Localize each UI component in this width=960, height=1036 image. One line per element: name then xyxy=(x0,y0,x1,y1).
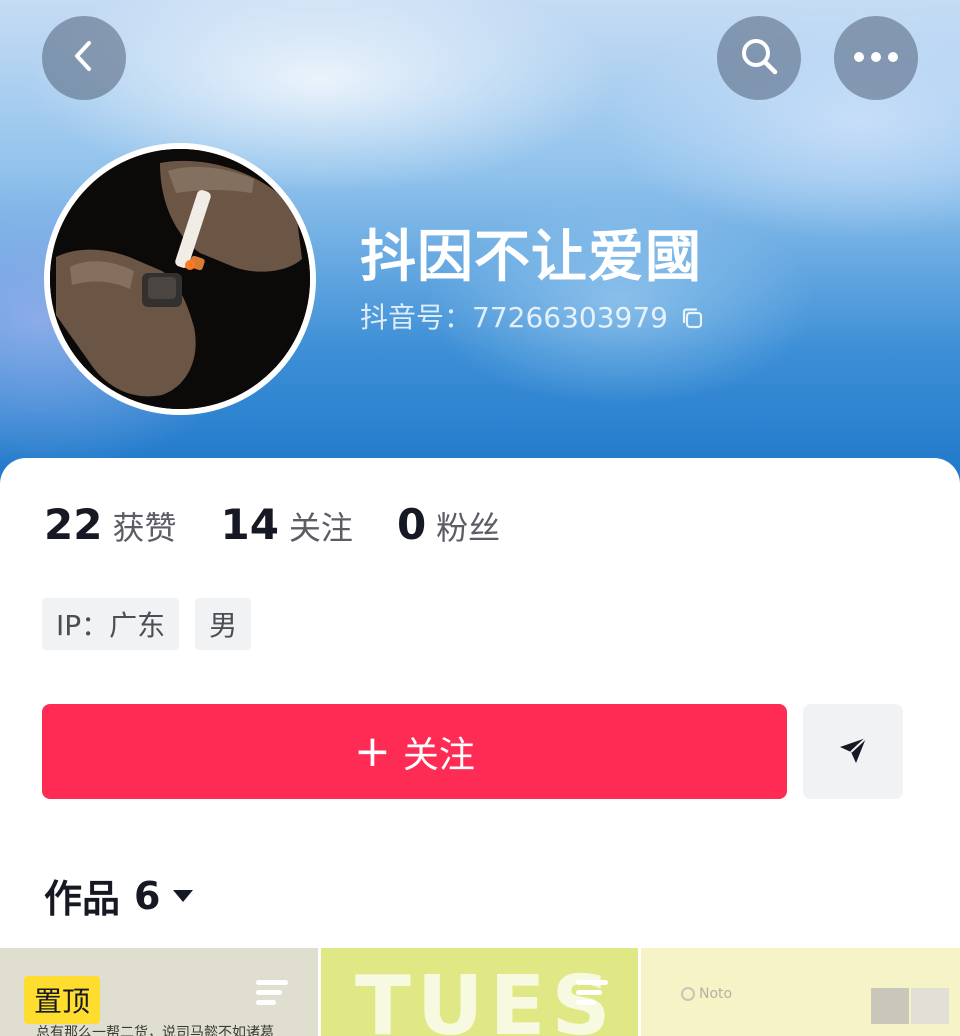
stat-label: 获赞 xyxy=(112,509,177,547)
more-button[interactable] xyxy=(834,16,918,100)
watermark-block xyxy=(911,988,949,1024)
chevron-left-icon xyxy=(67,39,101,77)
search-icon xyxy=(737,34,781,82)
share-button[interactable] xyxy=(803,704,903,799)
list-icon xyxy=(574,978,610,1012)
caret-down-icon xyxy=(172,888,194,904)
video-thumbnail-2[interactable]: TUES xyxy=(321,948,638,1036)
stat-value: 0 xyxy=(396,500,427,549)
stat-value: 14 xyxy=(220,500,279,549)
stat-following[interactable]: 14 关注 xyxy=(220,500,352,549)
plus-icon: + xyxy=(354,725,391,777)
follow-button[interactable]: + 关注 xyxy=(42,704,787,799)
ring-icon xyxy=(681,987,695,1001)
back-button[interactable] xyxy=(42,16,126,100)
stat-label: 粉丝 xyxy=(436,509,501,547)
thumbnail-caption: 总有那么一帮二货，说司马懿不如诸葛 xyxy=(36,1025,274,1036)
search-button[interactable] xyxy=(717,16,801,100)
douyin-id: 抖音号：77266303979 xyxy=(360,298,704,338)
more-dots-icon xyxy=(852,49,900,68)
video-thumbnail-1[interactable]: 置顶 总有那么一帮二货，说司马懿不如诸葛 xyxy=(0,948,318,1036)
avatar[interactable] xyxy=(44,143,316,415)
watermark-block xyxy=(871,988,909,1024)
list-icon xyxy=(254,978,290,1012)
profile-tags: IP：广东 男 xyxy=(42,598,267,650)
works-label: 作品 xyxy=(44,877,121,921)
video-thumbnail-3[interactable]: Noto xyxy=(641,948,960,1036)
copy-icon[interactable] xyxy=(680,306,704,330)
gender-tag: 男 xyxy=(195,598,252,650)
avatar-image xyxy=(50,149,310,409)
thumbnail-note: Noto xyxy=(681,986,732,1002)
stat-followers[interactable]: 0 粉丝 xyxy=(397,500,500,549)
douyin-id-text: 抖音号：77266303979 xyxy=(360,301,668,334)
profile-nickname: 抖因不让爱國 xyxy=(360,225,702,290)
works-tab[interactable]: 作品 6 xyxy=(44,868,194,923)
note-text: Noto xyxy=(699,986,733,1002)
stats-row: 22 获赞 14 关注 0 粉丝 xyxy=(44,500,544,549)
stat-value: 22 xyxy=(44,500,103,549)
stat-likes[interactable]: 22 获赞 xyxy=(44,500,176,549)
pinned-badge: 置顶 xyxy=(24,976,101,1024)
stat-label: 关注 xyxy=(288,509,353,547)
follow-button-label: 关注 xyxy=(402,734,475,776)
ip-location-tag: IP：广东 xyxy=(42,598,180,650)
works-count: 6 xyxy=(134,873,161,918)
send-icon xyxy=(836,733,870,771)
